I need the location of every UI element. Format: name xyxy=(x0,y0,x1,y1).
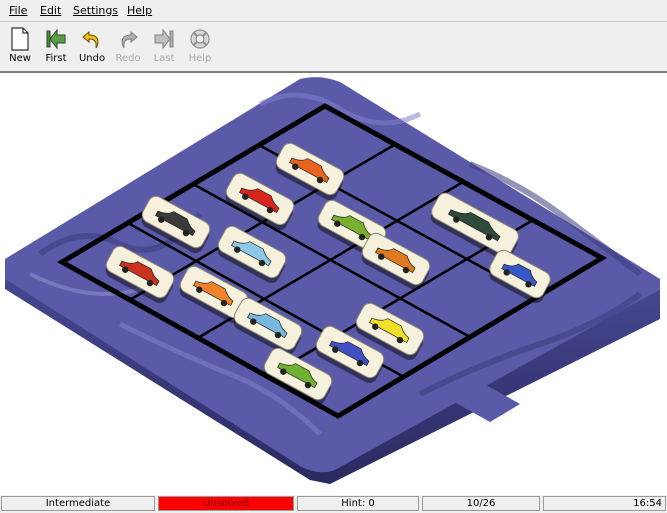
game-board-area xyxy=(0,74,667,495)
redo-icon xyxy=(121,30,138,49)
new-button[interactable]: New xyxy=(1,24,39,68)
redo-button[interactable]: Redo xyxy=(109,24,147,68)
game-board xyxy=(5,77,660,484)
status-state: Unsolved xyxy=(158,496,294,511)
toolbar: New First Undo Redo Last Help xyxy=(0,22,667,73)
skip-last-icon xyxy=(154,28,174,50)
status-moves: 10/26 xyxy=(422,496,540,511)
lifebuoy-icon xyxy=(190,29,210,49)
menu-settings[interactable]: Settings xyxy=(73,4,118,17)
status-level: Intermediate xyxy=(1,496,155,511)
menu-file[interactable]: File xyxy=(9,4,27,17)
status-bar: Intermediate Unsolved Hint: 0 10/26 16:5… xyxy=(0,495,667,513)
status-hint: Hint: 0 xyxy=(297,496,419,511)
undo-icon xyxy=(82,30,99,49)
first-button[interactable]: First xyxy=(37,24,75,68)
menu-edit[interactable]: Edit xyxy=(40,4,61,17)
skip-first-icon xyxy=(46,28,66,50)
undo-button[interactable]: Undo xyxy=(73,24,111,68)
menu-bar: File Edit Settings Help xyxy=(0,0,667,22)
last-button[interactable]: Last xyxy=(145,24,183,68)
status-time: 16:54 xyxy=(543,496,666,511)
help-button[interactable]: Help xyxy=(181,24,219,68)
new-document-icon xyxy=(11,27,29,51)
menu-help[interactable]: Help xyxy=(127,4,152,17)
